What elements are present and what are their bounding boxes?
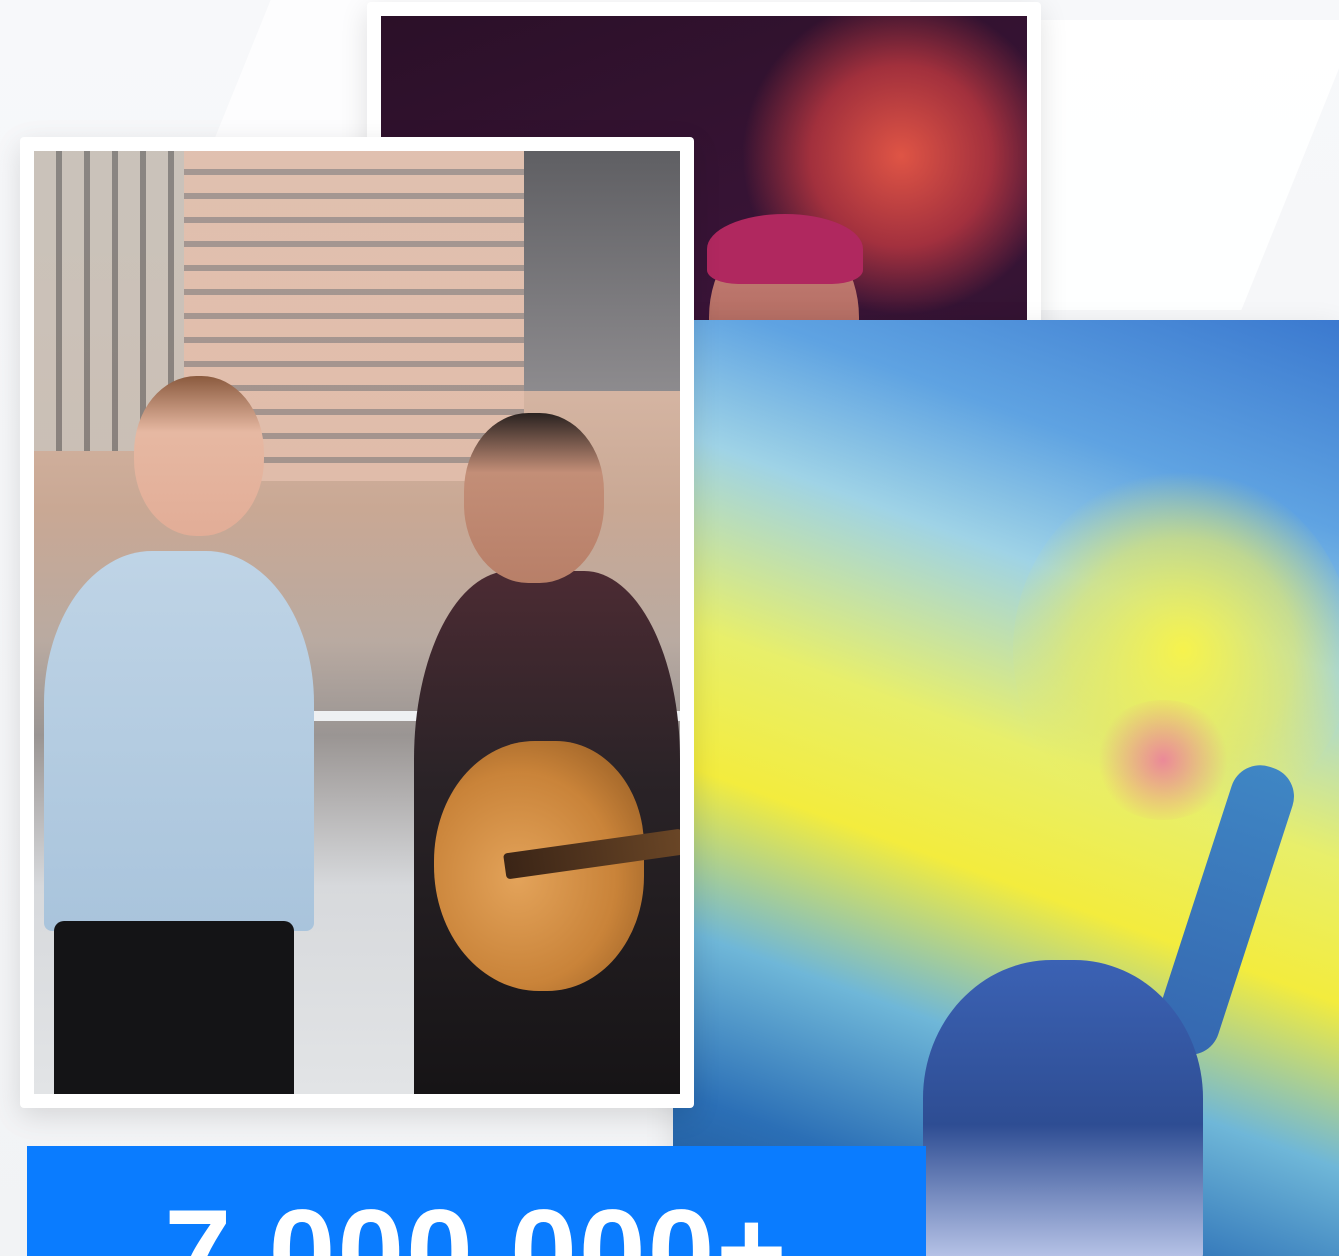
woman-legs: [54, 921, 294, 1094]
photo-card-rooftop: [20, 137, 694, 1108]
festival-person: [923, 960, 1203, 1256]
color-festival-photo: [673, 320, 1339, 1256]
guitarist-face: [464, 413, 604, 583]
photo-card-festival: [673, 320, 1339, 1256]
speaker-hair: [707, 214, 863, 284]
stat-banner: 7,000,000+: [27, 1146, 926, 1256]
color-powder-cloud: [1093, 700, 1233, 820]
woman-face: [134, 376, 264, 536]
rooftop-musicians-photo: [34, 151, 680, 1094]
city-building: [524, 151, 680, 391]
woman-figure: [44, 551, 314, 931]
stat-value: 7,000,000+: [164, 1185, 789, 1256]
hero-collage: 7,000,000+: [0, 0, 1339, 1256]
